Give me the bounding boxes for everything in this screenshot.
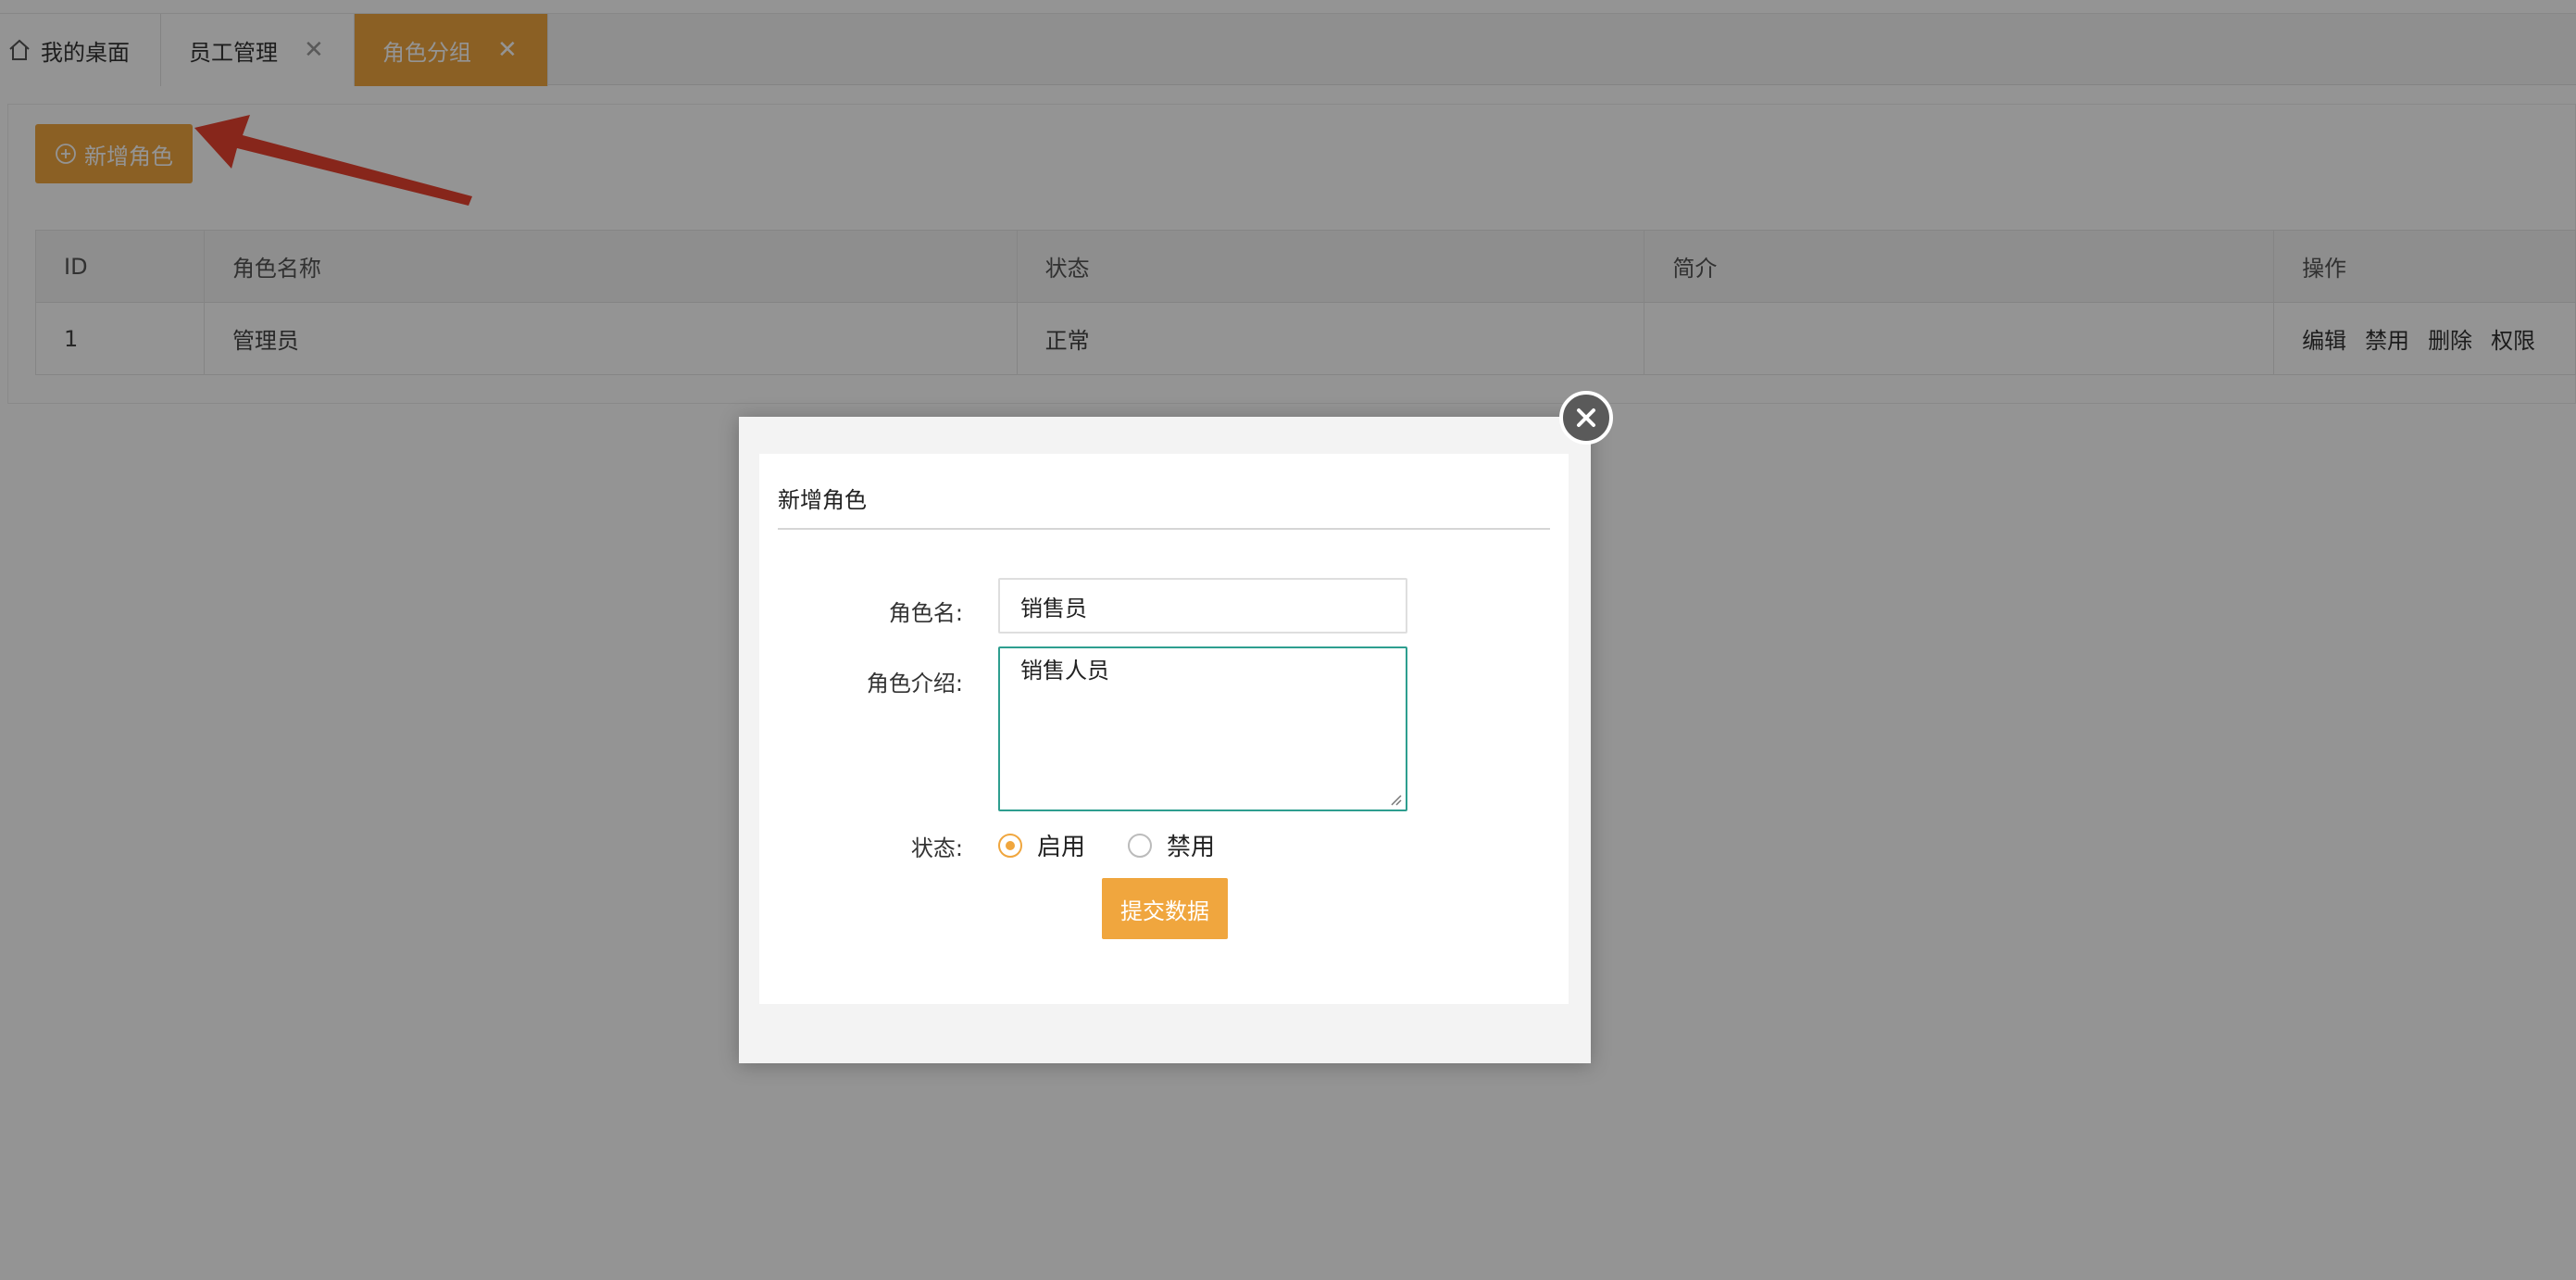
divider <box>778 528 1550 530</box>
radio-enabled-label[interactable]: 启用 <box>1037 828 1085 862</box>
role-description-label: 角色介绍: <box>866 671 963 696</box>
dialog-body: 新增角色 角色名: 销售员 角色介绍: 销售人员 状态: 启用 禁用 提交数据 <box>759 454 1569 1004</box>
role-description-value: 销售人员 <box>1020 658 1109 684</box>
role-name-input[interactable]: 销售员 <box>998 578 1407 634</box>
close-icon <box>1577 408 1595 427</box>
role-name-value: 销售员 <box>1020 595 1087 621</box>
role-description-textarea[interactable]: 销售人员 <box>998 646 1407 811</box>
dialog-title: 新增角色 <box>778 487 867 513</box>
status-radio-group: 启用 禁用 <box>998 828 1257 862</box>
resize-handle-icon[interactable] <box>1387 791 1402 806</box>
submit-button[interactable]: 提交数据 <box>1102 878 1228 939</box>
add-role-dialog: 新增角色 角色名: 销售员 角色介绍: 销售人员 状态: 启用 禁用 提交数据 <box>739 417 1591 1063</box>
close-dialog-button[interactable] <box>1559 391 1613 445</box>
radio-disabled-label[interactable]: 禁用 <box>1167 828 1215 862</box>
app-window: 我的桌面 员工管理 ✕ 角色分组 ✕ 新增角色 ID 角色名称 状态 简介 操作… <box>0 0 2576 1280</box>
radio-enabled[interactable] <box>998 833 1022 858</box>
role-name-label: 角色名: <box>888 600 963 626</box>
radio-disabled[interactable] <box>1128 833 1153 858</box>
status-label: 状态: <box>910 835 963 861</box>
